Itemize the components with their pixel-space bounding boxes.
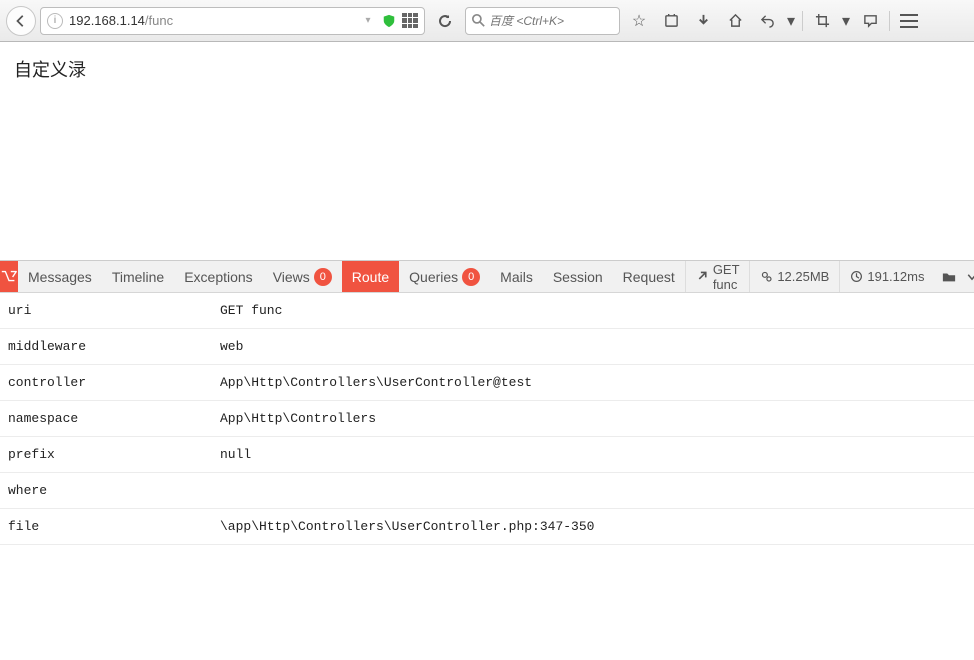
debugbar-controls [934, 261, 974, 292]
route-value: App\Http\Controllers [212, 401, 974, 436]
separator [802, 11, 803, 31]
route-key: controller [0, 365, 212, 400]
undo-icon[interactable] [752, 6, 782, 36]
laravel-icon[interactable] [0, 261, 18, 292]
route-key: prefix [0, 437, 212, 472]
search-icon [472, 14, 485, 27]
chat-icon[interactable] [855, 6, 885, 36]
address-bar[interactable]: i 192.168.1.14/func ▾ [40, 7, 425, 35]
views-badge: 0 [314, 268, 332, 286]
route-value: null [212, 437, 974, 472]
stat-memory[interactable]: 12.25MB [749, 261, 839, 292]
search-input[interactable] [489, 14, 646, 28]
tab-mails[interactable]: Mails [490, 261, 543, 292]
reload-button[interactable] [429, 13, 461, 29]
download-icon[interactable] [688, 6, 718, 36]
route-row: uriGET func [0, 293, 974, 329]
route-row: file\app\Http\Controllers\UserController… [0, 509, 974, 545]
route-key: uri [0, 293, 212, 328]
stat-time-text: 191.12ms [867, 269, 924, 284]
gears-icon [760, 270, 773, 283]
route-row: where [0, 473, 974, 509]
tab-request[interactable]: Request [613, 261, 685, 292]
route-value: web [212, 329, 974, 364]
route-value: App\Http\Controllers\UserController@test [212, 365, 974, 400]
url-text: 192.168.1.14/func [69, 13, 354, 28]
debugbar: Messages Timeline Exceptions Views0 Rout… [0, 260, 974, 660]
tab-queries[interactable]: Queries0 [399, 261, 490, 292]
search-box[interactable] [465, 7, 620, 35]
url-host: 192.168.1.14 [69, 13, 145, 28]
back-button[interactable] [6, 6, 36, 36]
route-value: GET func [212, 293, 974, 328]
page-text: 自定义渌 [14, 60, 86, 80]
tab-messages[interactable]: Messages [18, 261, 102, 292]
stat-request[interactable]: GET func [685, 261, 750, 292]
queries-badge: 0 [462, 268, 480, 286]
toolbar-icons: ☆ ▾ ▾ [624, 6, 924, 36]
tab-views[interactable]: Views0 [263, 261, 342, 292]
url-path: /func [145, 13, 173, 28]
debugbar-body: uriGET funcmiddlewarewebcontrollerApp\Ht… [0, 293, 974, 660]
browser-toolbar: i 192.168.1.14/func ▾ ☆ ▾ [0, 0, 974, 42]
chevron-down-icon[interactable] [966, 271, 974, 283]
home-icon[interactable] [720, 6, 750, 36]
route-value: \app\Http\Controllers\UserController.php… [212, 509, 974, 544]
tab-session[interactable]: Session [543, 261, 613, 292]
folder-icon[interactable] [942, 270, 956, 284]
route-row: controllerApp\Http\Controllers\UserContr… [0, 365, 974, 401]
clock-icon [850, 270, 863, 283]
share-icon [696, 270, 709, 283]
stat-memory-text: 12.25MB [777, 269, 829, 284]
route-key: file [0, 509, 212, 544]
route-key: middleware [0, 329, 212, 364]
menu-button[interactable] [894, 6, 924, 36]
tab-exceptions[interactable]: Exceptions [174, 261, 262, 292]
separator [889, 11, 890, 31]
stat-time[interactable]: 191.12ms [839, 261, 934, 292]
route-row: middlewareweb [0, 329, 974, 365]
bookmark-icon[interactable]: ☆ [624, 6, 654, 36]
debugbar-right: GET func 12.25MB 191.12ms [685, 261, 974, 292]
route-row: namespaceApp\Http\Controllers [0, 401, 974, 437]
tab-timeline[interactable]: Timeline [102, 261, 174, 292]
undo-dropdown-icon[interactable]: ▾ [784, 6, 798, 36]
library-icon[interactable] [656, 6, 686, 36]
route-value [212, 473, 974, 508]
debugbar-tabs: Messages Timeline Exceptions Views0 Rout… [0, 261, 974, 293]
url-dropdown-icon[interactable]: ▾ [360, 15, 376, 26]
info-icon[interactable]: i [47, 13, 63, 29]
route-row: prefixnull [0, 437, 974, 473]
tab-route[interactable]: Route [342, 261, 399, 292]
shield-icon[interactable] [382, 14, 396, 28]
route-key: namespace [0, 401, 212, 436]
route-key: where [0, 473, 212, 508]
crop-dropdown-icon[interactable]: ▾ [839, 6, 853, 36]
stat-request-text: GET func [713, 262, 740, 292]
crop-icon[interactable] [807, 6, 837, 36]
qr-icon[interactable] [402, 13, 418, 29]
